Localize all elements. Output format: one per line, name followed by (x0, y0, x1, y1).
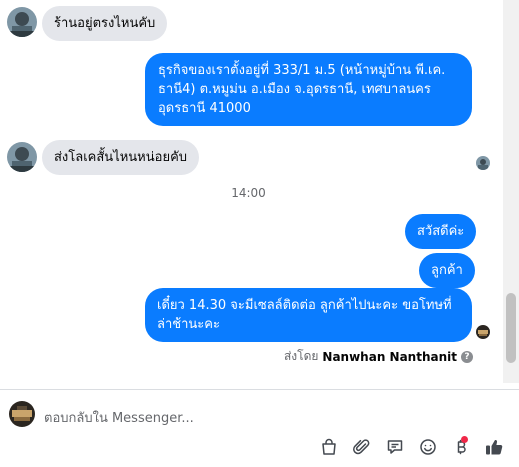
page-seen-avatar (476, 325, 490, 339)
incoming-message: ส่งโลเคสั้นไหนหน่อยคับ (42, 140, 200, 175)
message-timestamp: 14:00 (231, 186, 266, 200)
outgoing-message: สวัสดีค่ะ (405, 214, 477, 249)
page-avatar (9, 401, 35, 427)
sender-name[interactable]: Nanwhan Nanthanit (322, 350, 457, 364)
like-icon[interactable] (477, 434, 510, 460)
payment-icon[interactable] (444, 434, 477, 460)
shopping-bag-icon[interactable] (312, 434, 345, 460)
sent-by-label: ส่งโดย Nanwhan Nanthanit ? (284, 347, 473, 366)
composer-toolbar (312, 434, 510, 460)
outgoing-message: ธุรกิจของเราตั้งอยู่ที่ 333/1 ม.5 (หน้าห… (145, 53, 472, 126)
customer-avatar[interactable] (7, 142, 37, 172)
seen-indicator-avatar (476, 156, 490, 170)
outgoing-message: เดี๋ยว 14.30 จะมีเซลล์ติดต่อ ลูกค้าไปนะค… (145, 288, 472, 342)
notification-dot (461, 436, 468, 443)
reply-input[interactable]: ตอบกลับใน Messenger... (44, 407, 194, 428)
outgoing-message: ลูกค้า (419, 253, 475, 288)
customer-avatar[interactable] (7, 7, 37, 37)
scrollbar-thumb[interactable] (506, 293, 516, 363)
message-thread: ร้านอยู่ตรงไหนคับ ธุรกิจของเราตั้งอยู่ที… (0, 0, 503, 383)
emoji-icon[interactable] (411, 434, 444, 460)
saved-reply-icon[interactable] (378, 434, 411, 460)
sent-by-prefix: ส่งโดย (283, 349, 319, 363)
reply-composer: ตอบกลับใน Messenger... (0, 390, 519, 467)
paperclip-icon[interactable] (345, 434, 378, 460)
help-icon[interactable]: ? (461, 350, 473, 363)
thread-scrollbar[interactable] (503, 0, 519, 383)
incoming-message: ร้านอยู่ตรงไหนคับ (42, 6, 168, 41)
